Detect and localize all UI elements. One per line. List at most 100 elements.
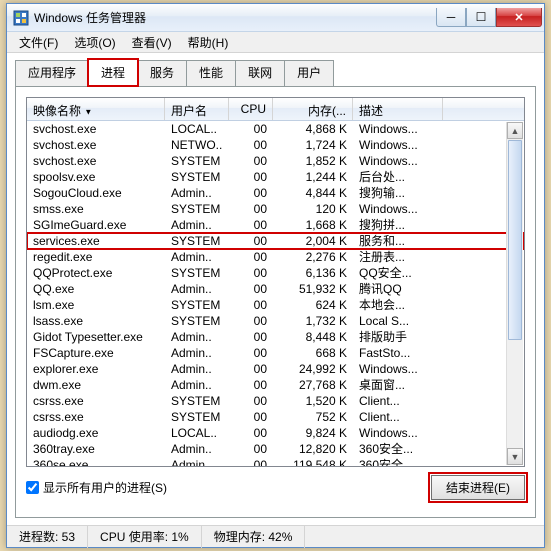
cell-desc: Windows... (353, 361, 443, 377)
cell-mem: 1,732 K (273, 313, 353, 329)
cell-cpu: 00 (229, 361, 273, 377)
titlebar[interactable]: Windows 任务管理器 ─ ☐ ✕ (7, 4, 544, 32)
table-row[interactable]: svchost.exeLOCAL..004,868 KWindows... (27, 121, 524, 137)
close-button[interactable]: ✕ (496, 8, 542, 27)
cell-desc: 服务和... (353, 233, 443, 249)
cell-cpu: 00 (229, 265, 273, 281)
show-all-users-checkbox[interactable]: 显示所有用户的进程(S) (26, 479, 167, 496)
col-image-name[interactable]: 映像名称 ▼ (27, 98, 165, 120)
cell-name: QQProtect.exe (27, 265, 165, 281)
status-memory-usage: 物理内存: 42% (202, 526, 306, 548)
table-row[interactable]: QQ.exeAdmin..0051,932 K腾讯QQ (27, 281, 524, 297)
cell-desc: Client... (353, 409, 443, 425)
table-row[interactable]: spoolsv.exeSYSTEM001,244 K后台处... (27, 169, 524, 185)
table-row[interactable]: services.exeSYSTEM002,004 K服务和... (27, 233, 524, 249)
cell-user: Admin.. (165, 217, 229, 233)
cell-user: Admin.. (165, 457, 229, 467)
cell-name: 360tray.exe (27, 441, 165, 457)
col-cpu[interactable]: CPU (229, 98, 273, 120)
table-row[interactable]: FSCapture.exeAdmin..00668 KFastSto... (27, 345, 524, 361)
sort-desc-icon: ▼ (84, 107, 92, 116)
table-row[interactable]: smss.exeSYSTEM00120 KWindows... (27, 201, 524, 217)
table-row[interactable]: lsm.exeSYSTEM00624 K本地会... (27, 297, 524, 313)
cell-name: 360se.exe (27, 457, 165, 467)
col-user[interactable]: 用户名 (165, 98, 229, 120)
table-row[interactable]: SGImeGuard.exeAdmin..001,668 K搜狗拼... (27, 217, 524, 233)
table-row[interactable]: 360tray.exeAdmin..0012,820 K360安全... (27, 441, 524, 457)
cell-name: SogouCloud.exe (27, 185, 165, 201)
table-row[interactable]: dwm.exeAdmin..0027,768 K桌面窗... (27, 377, 524, 393)
list-body[interactable]: svchost.exeLOCAL..004,868 KWindows...svc… (27, 121, 524, 467)
cell-mem: 6,136 K (273, 265, 353, 281)
col-memory[interactable]: 内存(... (273, 98, 353, 120)
cell-user: Admin.. (165, 329, 229, 345)
cell-cpu: 00 (229, 297, 273, 313)
tab-processes[interactable]: 进程 (88, 59, 138, 86)
cell-name: smss.exe (27, 201, 165, 217)
table-row[interactable]: lsass.exeSYSTEM001,732 KLocal S... (27, 313, 524, 329)
cell-desc: Windows... (353, 201, 443, 217)
table-row[interactable]: Gidot Typesetter.exeAdmin..008,448 K排版助手 (27, 329, 524, 345)
cell-desc: QQ安全... (353, 265, 443, 281)
cell-desc: 搜狗输... (353, 185, 443, 201)
vertical-scrollbar[interactable]: ▲ ▼ (506, 122, 523, 465)
col-description[interactable]: 描述 (353, 98, 443, 120)
cell-user: SYSTEM (165, 297, 229, 313)
cell-user: NETWO.. (165, 137, 229, 153)
cell-user: SYSTEM (165, 265, 229, 281)
cell-desc: 桌面窗... (353, 377, 443, 393)
cell-cpu: 00 (229, 457, 273, 467)
menu-file[interactable]: 文件(F) (11, 32, 66, 53)
cell-cpu: 00 (229, 281, 273, 297)
cell-mem: 1,724 K (273, 137, 353, 153)
cell-name: Gidot Typesetter.exe (27, 329, 165, 345)
tab-applications[interactable]: 应用程序 (15, 60, 89, 87)
table-row[interactable]: QQProtect.exeSYSTEM006,136 KQQ安全... (27, 265, 524, 281)
menu-options[interactable]: 选项(O) (66, 32, 123, 53)
table-row[interactable]: svchost.exeNETWO..001,724 KWindows... (27, 137, 524, 153)
cell-cpu: 00 (229, 393, 273, 409)
cell-desc: 注册表... (353, 249, 443, 265)
tab-networking[interactable]: 联网 (235, 60, 285, 87)
cell-desc: Windows... (353, 425, 443, 441)
table-row[interactable]: SogouCloud.exeAdmin..004,844 K搜狗输... (27, 185, 524, 201)
scroll-down-button[interactable]: ▼ (507, 448, 523, 465)
list-header: 映像名称 ▼ 用户名 CPU 内存(... 描述 (27, 98, 524, 121)
maximize-button[interactable]: ☐ (466, 8, 496, 27)
cell-mem: 27,768 K (273, 377, 353, 393)
cell-cpu: 00 (229, 249, 273, 265)
table-row[interactable]: svchost.exeSYSTEM001,852 KWindows... (27, 153, 524, 169)
minimize-button[interactable]: ─ (436, 8, 466, 27)
table-row[interactable]: audiodg.exeLOCAL..009,824 KWindows... (27, 425, 524, 441)
cell-mem: 12,820 K (273, 441, 353, 457)
cell-name: svchost.exe (27, 137, 165, 153)
table-row[interactable]: csrss.exeSYSTEM00752 KClient... (27, 409, 524, 425)
scroll-thumb[interactable] (508, 140, 522, 340)
menu-view[interactable]: 查看(V) (124, 32, 180, 53)
menu-help[interactable]: 帮助(H) (180, 32, 237, 53)
scroll-up-button[interactable]: ▲ (507, 122, 523, 139)
table-row[interactable]: explorer.exeAdmin..0024,992 KWindows... (27, 361, 524, 377)
end-process-button[interactable]: 结束进程(E) (431, 475, 525, 500)
tab-performance[interactable]: 性能 (186, 60, 236, 87)
cell-user: Admin.. (165, 185, 229, 201)
cell-cpu: 00 (229, 329, 273, 345)
cell-cpu: 00 (229, 217, 273, 233)
table-row[interactable]: csrss.exeSYSTEM001,520 KClient... (27, 393, 524, 409)
cell-cpu: 00 (229, 233, 273, 249)
cell-user: LOCAL.. (165, 425, 229, 441)
cell-desc: Local S... (353, 313, 443, 329)
cell-mem: 1,520 K (273, 393, 353, 409)
cell-user: SYSTEM (165, 233, 229, 249)
tab-users[interactable]: 用户 (284, 60, 334, 87)
tab-services[interactable]: 服务 (137, 60, 187, 87)
show-all-users-input[interactable] (26, 481, 39, 494)
cell-user: Admin.. (165, 281, 229, 297)
cell-mem: 1,668 K (273, 217, 353, 233)
cell-desc: 360安全... (353, 457, 443, 467)
table-row[interactable]: regedit.exeAdmin..002,276 K注册表... (27, 249, 524, 265)
table-row[interactable]: 360se.exeAdmin..00119,548 K360安全... (27, 457, 524, 467)
cell-desc: Windows... (353, 121, 443, 137)
cell-user: SYSTEM (165, 169, 229, 185)
cell-user: SYSTEM (165, 313, 229, 329)
